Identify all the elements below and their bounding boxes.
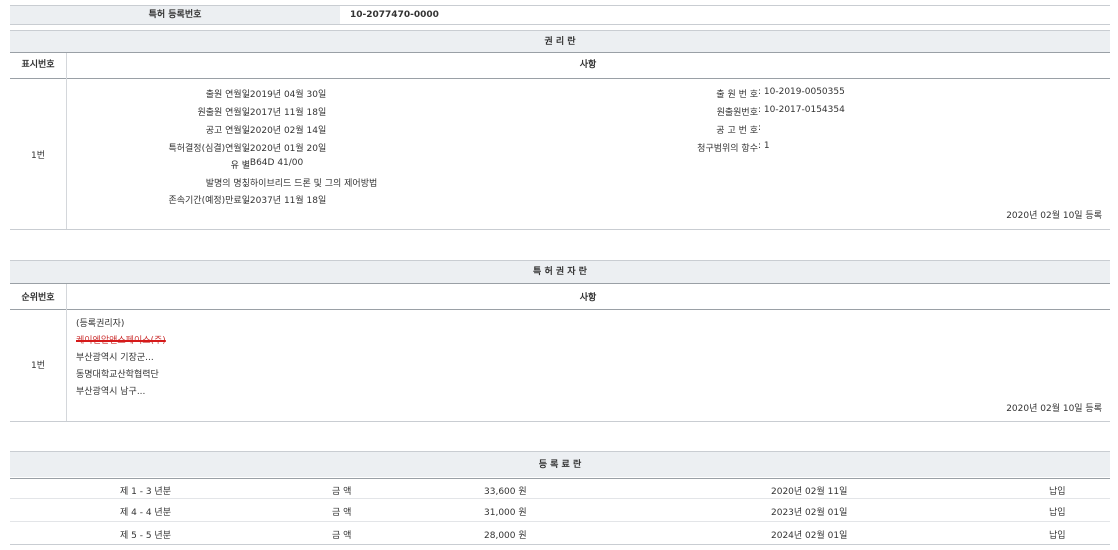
rights-row-number: 1번 [10, 148, 66, 161]
reg-number-bar: 특허 등록번호 10-2077470-0000 [10, 5, 1110, 25]
holder-line: 부산광역시 기장군... [76, 350, 154, 363]
fee-period: 제 4 - 4 년분 [120, 505, 171, 518]
fee-section-title: 등 록 료 란 [10, 451, 1110, 477]
field-value: : 2020년 02월 14일 [244, 123, 326, 136]
field-label: 출 원 번 호 [716, 87, 758, 100]
holder-registered-date: 2020년 02월 10일 등록 [1006, 401, 1102, 414]
rights-col-content-header: 사항 [66, 57, 1110, 70]
fee-amount: 28,000 원 [484, 528, 527, 541]
field-value: : 2017년 11월 18일 [244, 105, 326, 118]
field-value-text: 1 [764, 141, 770, 151]
field-value-text: 하이브리드 드론 및 그의 제어방법 [250, 179, 377, 189]
field-value-text: B64D 41/00 [250, 158, 303, 168]
rights-column-divider [66, 53, 67, 229]
fee-section-bottom [10, 544, 1110, 545]
holder-heading: (등록권리자) [76, 316, 124, 329]
fee-period: 제 1 - 3 년분 [120, 484, 171, 497]
holder-col-content-header: 사항 [66, 290, 1110, 303]
field-value: : 2020년 01월 20일 [244, 141, 326, 154]
holder-section-bottom [10, 421, 1110, 422]
holder-line-struck: 케이엔알앤스페이스(주) [76, 333, 166, 346]
reg-number-label: 특허 등록번호 [10, 6, 340, 24]
rights-section-bottom [10, 229, 1110, 230]
field-value: : 2037년 11월 18일 [244, 193, 326, 206]
field-label: 공 고 번 호 [716, 123, 758, 136]
holder-col-no-header: 순위번호 [10, 290, 66, 303]
field-label: 특허결정(심결)연월일 [168, 141, 250, 154]
field-label: 청구범위의 항수 [697, 141, 758, 154]
field-value: : 하이브리드 드론 및 그의 제어방법 [244, 176, 377, 189]
holder-title-divider [10, 283, 1110, 284]
field-value-text: 2019년 04월 30일 [250, 90, 326, 100]
fee-row-divider [10, 521, 1110, 522]
rights-col-no-header: 표시번호 [10, 57, 66, 70]
rights-registered-date: 2020년 02월 10일 등록 [1006, 208, 1102, 221]
fee-amount: 31,000 원 [484, 505, 527, 518]
holder-section-title: 특 허 권 자 란 [10, 260, 1110, 283]
field-label: 존속기간(예정)만료일 [168, 193, 250, 206]
fee-title-divider [10, 478, 1110, 479]
reg-number-value: 10-2077470-0000 [350, 6, 439, 24]
field-value: : 1 [758, 141, 770, 151]
rights-section-title: 권 리 란 [10, 30, 1110, 52]
field-value-text: 2020년 02월 14일 [250, 126, 326, 136]
field-label: 원출원번호 [717, 105, 758, 118]
field-value-text: 10-2017-0154354 [764, 105, 845, 115]
field-label: 원출원 연월일 [197, 105, 250, 118]
holder-line: 동명대학교산학협력단 [76, 367, 159, 380]
field-value-text: 10-2019-0050355 [764, 87, 845, 97]
fee-amount-label: 금 액 [332, 505, 351, 518]
field-value: : 10-2019-0050355 [758, 87, 845, 97]
fee-paid-date: 2020년 02월 11일 [771, 484, 847, 497]
field-value: : 2019년 04월 30일 [244, 87, 326, 100]
fee-paid-date: 2023년 02월 01일 [771, 505, 847, 518]
field-value: : B64D 41/00 [244, 158, 303, 168]
fee-status: 납입 [1049, 505, 1066, 518]
rights-header-divider [10, 78, 1110, 79]
fee-period: 제 5 - 5 년분 [120, 528, 171, 541]
field-value-text: 2020년 01월 20일 [250, 144, 326, 154]
fee-amount: 33,600 원 [484, 484, 527, 497]
field-value-text: 2017년 11월 18일 [250, 108, 326, 118]
fee-amount-label: 금 액 [332, 528, 351, 541]
field-value: : 10-2017-0154354 [758, 105, 845, 115]
fee-status: 납입 [1049, 484, 1066, 497]
holder-header-divider [10, 309, 1110, 310]
field-value: : [758, 123, 761, 133]
rights-title-divider [10, 52, 1110, 53]
holder-column-divider [66, 284, 67, 421]
holder-line: 부산광역시 남구... [76, 384, 145, 397]
fee-paid-date: 2024년 02월 01일 [771, 528, 847, 541]
holder-row-number: 1번 [10, 358, 66, 371]
fee-amount-label: 금 액 [332, 484, 351, 497]
field-value-text: 2037년 11월 18일 [250, 196, 326, 206]
fee-status: 납입 [1049, 528, 1066, 541]
fee-row-divider [10, 498, 1110, 499]
